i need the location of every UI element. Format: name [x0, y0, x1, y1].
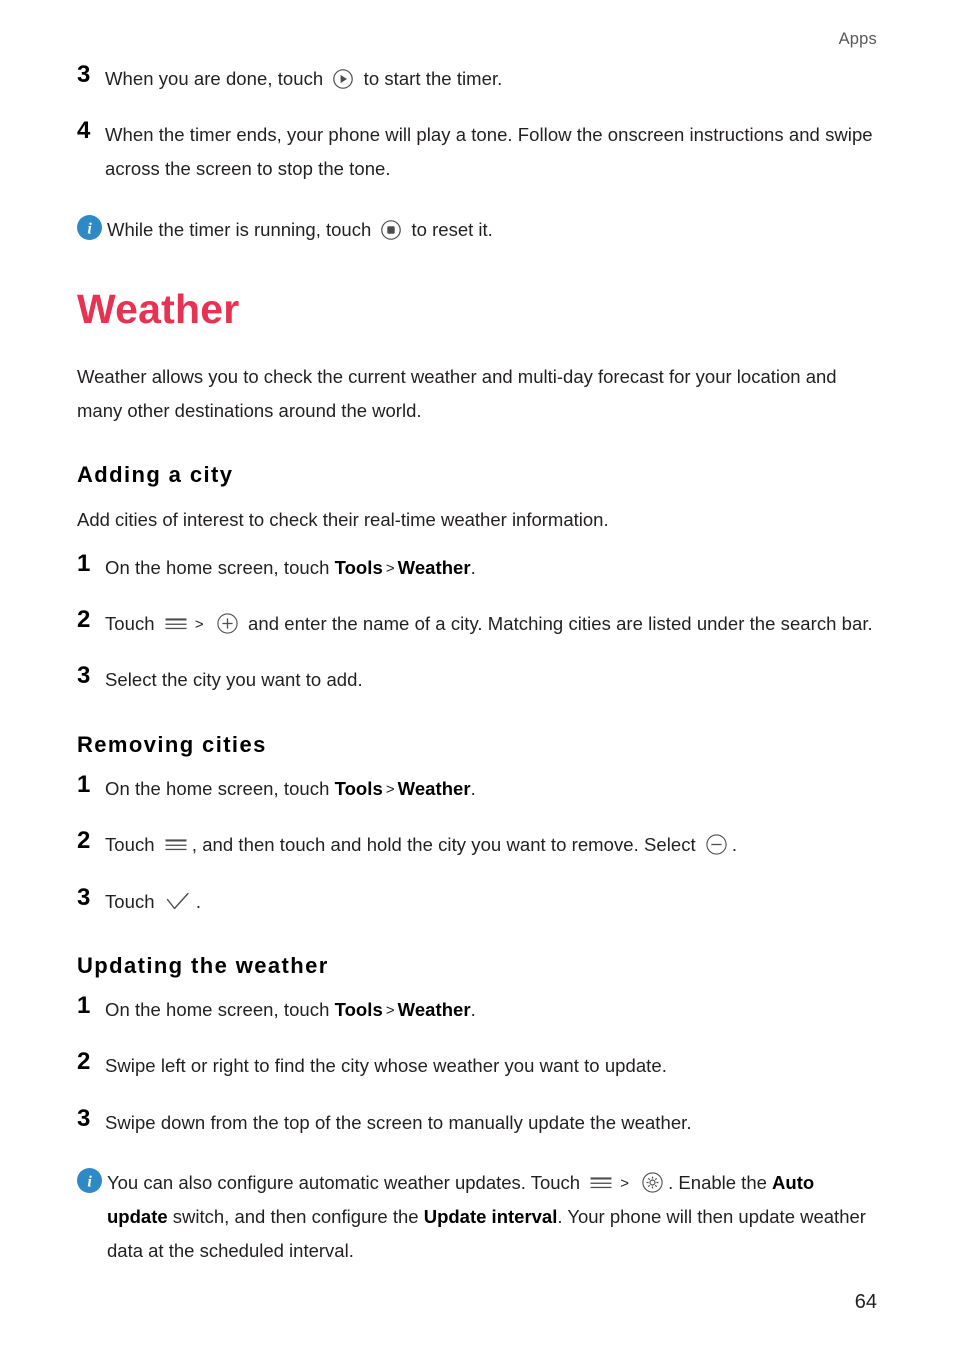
note-text-before: While the timer is running, touch	[107, 218, 372, 240]
list-item: 3 Swipe down from the top of the screen …	[77, 1104, 877, 1140]
svg-text:i: i	[87, 1173, 92, 1190]
emphasis-tools: Tools	[334, 778, 383, 800]
step-number: 1	[77, 550, 91, 578]
section-heading-updating-the-weather: Updating the weather	[77, 952, 329, 978]
step-number: 1	[77, 771, 91, 799]
step-text: Swipe left or right to find the city who…	[105, 1055, 667, 1077]
step-text-prefix: On the home screen, touch	[105, 557, 330, 579]
info-note-text: While the timer is running, touch to res…	[107, 213, 877, 247]
note-text-part1: You can also configure automatic weather…	[107, 1171, 581, 1193]
emphasis-tools: Tools	[334, 557, 383, 579]
step-text-suffix: .	[731, 834, 738, 856]
step-number: 3	[77, 61, 91, 88]
info-note-text: You can also configure automatic weather…	[107, 1166, 877, 1269]
emphasis-weather: Weather	[397, 999, 471, 1021]
section-heading-adding-a-city: Adding a city	[77, 462, 234, 488]
list-item: 2 Touch > and enter the name of a city. …	[77, 607, 877, 641]
step-text-mid: , and then touch and hold the city you w…	[191, 834, 696, 856]
step-text: Touch , and then touch and hold the city…	[105, 828, 877, 862]
step-text: When the timer ends, your phone will pla…	[105, 124, 873, 180]
step-text-prefix: Touch	[105, 613, 155, 635]
info-note: i You can also configure automatic weath…	[77, 1166, 877, 1269]
list-item: 2 Touch , and then touch and hold the ci…	[77, 828, 877, 862]
step-text-before: When you are done, touch	[105, 68, 324, 89]
step-text-prefix: Touch	[105, 834, 155, 856]
separator-chevron: >	[385, 560, 395, 578]
emphasis-weather: Weather	[397, 557, 471, 579]
step-text: On the home screen, touch Tools > Weather.	[105, 772, 877, 806]
list-item: 3 Touch .	[77, 883, 877, 919]
step-number: 3	[77, 662, 91, 690]
list-item: 2 Swipe left or right to find the city w…	[77, 1049, 877, 1083]
step-number: 1	[77, 992, 91, 1020]
settings-gear-circle-icon	[641, 1171, 664, 1194]
play-circle-icon	[332, 68, 354, 90]
step-text: On the home screen, touch Tools > Weather.	[105, 551, 877, 585]
separator-chevron: >	[194, 616, 204, 634]
step-text-suffix: .	[470, 557, 476, 579]
step-text-prefix: Touch	[105, 890, 155, 912]
step-number: 3	[77, 1104, 91, 1132]
hamburger-menu-icon	[588, 1174, 614, 1192]
list-item: 1 On the home screen, touch Tools > Weathe…	[77, 551, 877, 585]
list-item: 4 When the timer ends, your phone will p…	[77, 118, 877, 186]
emphasis-weather: Weather	[397, 778, 471, 800]
step-text: Touch > and enter the name of a city. Ma…	[105, 607, 877, 641]
list-item: 1 On the home screen, touch Tools > Weathe…	[77, 993, 877, 1027]
emphasis-update-interval: Update interval	[423, 1205, 558, 1227]
note-text-part3: switch, and then configure the	[172, 1205, 419, 1227]
page-content: 3 When you are done, touch to start the …	[77, 62, 877, 1290]
manual-page: Apps 3 When you are done, touch to start…	[0, 0, 954, 1352]
hamburger-menu-icon	[163, 615, 189, 633]
step-text-suffix: .	[195, 890, 202, 912]
checkmark-icon	[164, 891, 192, 913]
separator-chevron: >	[620, 1174, 630, 1192]
svg-text:i: i	[87, 220, 92, 237]
intro-paragraph: Weather allows you to check the current …	[77, 365, 837, 422]
step-number: 2	[77, 606, 91, 634]
step-text-prefix: On the home screen, touch	[105, 999, 330, 1021]
step-text: Swipe down from the top of the screen to…	[105, 1111, 692, 1133]
section-lead-text: Add cities of interest to check their re…	[77, 508, 609, 530]
note-text-after: to reset it.	[411, 218, 493, 240]
step-number: 2	[77, 1048, 91, 1076]
page-title: Weather	[77, 285, 240, 332]
list-item: 3 Select the city you want to add.	[77, 663, 877, 697]
step-number: 3	[77, 883, 91, 911]
running-header: Apps	[838, 30, 877, 48]
step-text-suffix: and enter the name of a city. Matching c…	[248, 613, 873, 635]
emphasis-tools: Tools	[334, 999, 383, 1021]
separator-chevron: >	[385, 781, 395, 799]
section-heading-removing-cities: Removing cities	[77, 731, 267, 757]
step-text-suffix: .	[470, 999, 476, 1021]
stop-circle-icon	[380, 219, 402, 241]
info-note: i While the timer is running, touch to r…	[77, 213, 877, 247]
info-icon: i	[77, 1167, 107, 1198]
step-text: On the home screen, touch Tools > Weather.	[105, 993, 877, 1027]
remove-circle-icon	[705, 833, 728, 856]
step-text-prefix: On the home screen, touch	[105, 778, 330, 800]
step-text-after: to start the timer.	[363, 68, 503, 89]
separator-chevron: >	[385, 1002, 395, 1020]
hamburger-menu-icon	[163, 836, 189, 854]
step-number: 4	[77, 117, 91, 145]
note-text-part2: . Enable the	[668, 1171, 767, 1193]
step-text: Select the city you want to add.	[105, 669, 363, 691]
page-number: 64	[854, 1291, 877, 1313]
info-icon: i	[77, 214, 107, 245]
list-item: 3 When you are done, touch to start the …	[77, 62, 877, 96]
step-text-suffix: .	[470, 778, 476, 800]
step-text: When you are done, touch to start the ti…	[105, 62, 877, 96]
add-circle-icon	[216, 612, 239, 635]
step-number: 2	[77, 827, 91, 855]
step-text: Touch .	[105, 885, 877, 919]
list-item: 1 On the home screen, touch Tools > Weathe…	[77, 772, 877, 806]
